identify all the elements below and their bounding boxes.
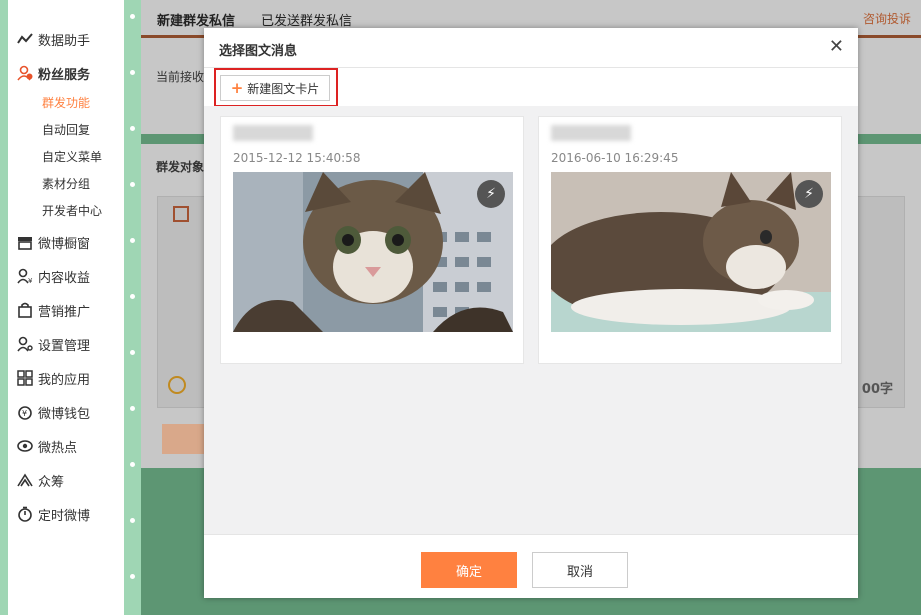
dotted-separator (124, 0, 141, 615)
confirm-button[interactable]: 确定 (421, 552, 517, 588)
sidebar-item-fans-service[interactable]: 粉丝服务 (8, 56, 124, 90)
shop-icon (16, 233, 34, 251)
fans-icon (16, 64, 34, 82)
sidebar-item-wallet[interactable]: ¥ 微博钱包 (8, 395, 124, 429)
flash-icon: ⚡ (795, 180, 823, 208)
tab-new-mass-message[interactable]: 新建群发私信 (157, 10, 235, 29)
new-graphic-card-button[interactable]: + 新建图文卡片 (220, 75, 330, 101)
char-count: 00字 (861, 382, 893, 397)
cat-photo-image: ⚡ (233, 172, 513, 332)
graphic-card[interactable]: 2016-06-10 16:29:45 ⚡ (538, 116, 842, 364)
sidebar-item-scheduled-weibo[interactable]: 定时微博 (8, 497, 124, 531)
sidebar-item-label: 数据助手 (38, 33, 91, 49)
dialog-toolbar: + 新建图文卡片 (204, 68, 858, 107)
left-decorative-strip (0, 0, 8, 615)
sidebar-item-label: 定时微博 (38, 508, 91, 524)
sidebar-item-label: 众筹 (38, 474, 65, 490)
cat-photo-image: ⚡ (551, 172, 831, 332)
sidebar-item-label: 内容收益 (38, 270, 91, 286)
sidebar-item-label: 设置管理 (38, 338, 91, 354)
sidebar-subitem-developer-center[interactable]: 开发者中心 (8, 198, 124, 225)
edit-icon (173, 206, 189, 222)
sidebar: 数据助手 粉丝服务 群发功能 自动回复 自定义菜单 素材分组 开发者中心 微博橱… (8, 0, 124, 615)
bag-icon (16, 301, 34, 319)
blurred-author-name (551, 125, 631, 141)
sidebar-item-label: 微热点 (38, 440, 78, 456)
sidebar-item-crowdfunding[interactable]: 众筹 (8, 463, 124, 497)
sidebar-item-marketing[interactable]: 营销推广 (8, 293, 124, 327)
sidebar-item-label: 粉丝服务 (38, 67, 91, 83)
sidebar-item-label: 微博橱窗 (38, 236, 91, 252)
sidebar-subitem-custom-menu[interactable]: 自定义菜单 (8, 144, 124, 171)
sidebar-item-my-apps[interactable]: 我的应用 (8, 361, 124, 395)
new-graphic-card-label: 新建图文卡片 (247, 81, 320, 96)
svg-text:¥: ¥ (28, 277, 33, 284)
dialog-footer: 确定 取消 (204, 534, 858, 598)
sidebar-item-label: 微博钱包 (38, 406, 91, 422)
crowdfund-icon (16, 471, 34, 489)
user-settings-icon (16, 335, 34, 353)
card-date: 2016-06-10 16:29:45 (551, 151, 679, 165)
sidebar-subitem-auto-reply[interactable]: 自动回复 (8, 117, 124, 144)
sidebar-item-hot-topics[interactable]: 微热点 (8, 429, 124, 463)
svg-text:¥: ¥ (22, 409, 27, 418)
send-target-label: 群发对象 (156, 160, 205, 174)
eye-icon (16, 437, 34, 455)
current-receivers-label: 当前接收 (156, 70, 205, 84)
dialog-header: 选择图文消息 ✕ (204, 28, 858, 68)
select-graphic-message-dialog: 选择图文消息 ✕ + 新建图文卡片 2015-12-12 15:40:58 ⚡ … (204, 28, 858, 598)
complaint-link[interactable]: 咨询投诉 (863, 10, 911, 27)
card-date: 2015-12-12 15:40:58 (233, 151, 361, 165)
wallet-icon: ¥ (16, 403, 34, 421)
sidebar-item-label: 我的应用 (38, 372, 91, 388)
timer-icon (16, 505, 34, 523)
close-icon[interactable]: ✕ (829, 38, 844, 56)
sidebar-subitem-mass-send[interactable]: 群发功能 (8, 90, 124, 117)
sidebar-item-label: 营销推广 (38, 304, 91, 320)
sidebar-item-settings[interactable]: 设置管理 (8, 327, 124, 361)
cancel-button[interactable]: 取消 (532, 552, 628, 588)
sidebar-item-data-assistant[interactable]: 数据助手 (8, 22, 124, 56)
dialog-title: 选择图文消息 (219, 44, 298, 59)
plus-icon: + (230, 79, 244, 97)
sidebar-item-content-income[interactable]: ¥ 内容收益 (8, 259, 124, 293)
card-list: 2015-12-12 15:40:58 ⚡ 2016-06-10 16:29:4… (204, 106, 858, 534)
emoji-icon (168, 376, 186, 394)
income-icon: ¥ (16, 267, 34, 285)
graphic-card[interactable]: 2015-12-12 15:40:58 ⚡ (220, 116, 524, 364)
tab-sent-mass-messages[interactable]: 已发送群发私信 (261, 10, 352, 29)
blurred-author-name (233, 125, 313, 141)
apps-grid-icon (16, 369, 34, 387)
chart-line-icon (16, 30, 34, 48)
sidebar-item-weibo-shop[interactable]: 微博橱窗 (8, 225, 124, 259)
sidebar-subitem-material-group[interactable]: 素材分组 (8, 171, 124, 198)
flash-icon: ⚡ (477, 180, 505, 208)
